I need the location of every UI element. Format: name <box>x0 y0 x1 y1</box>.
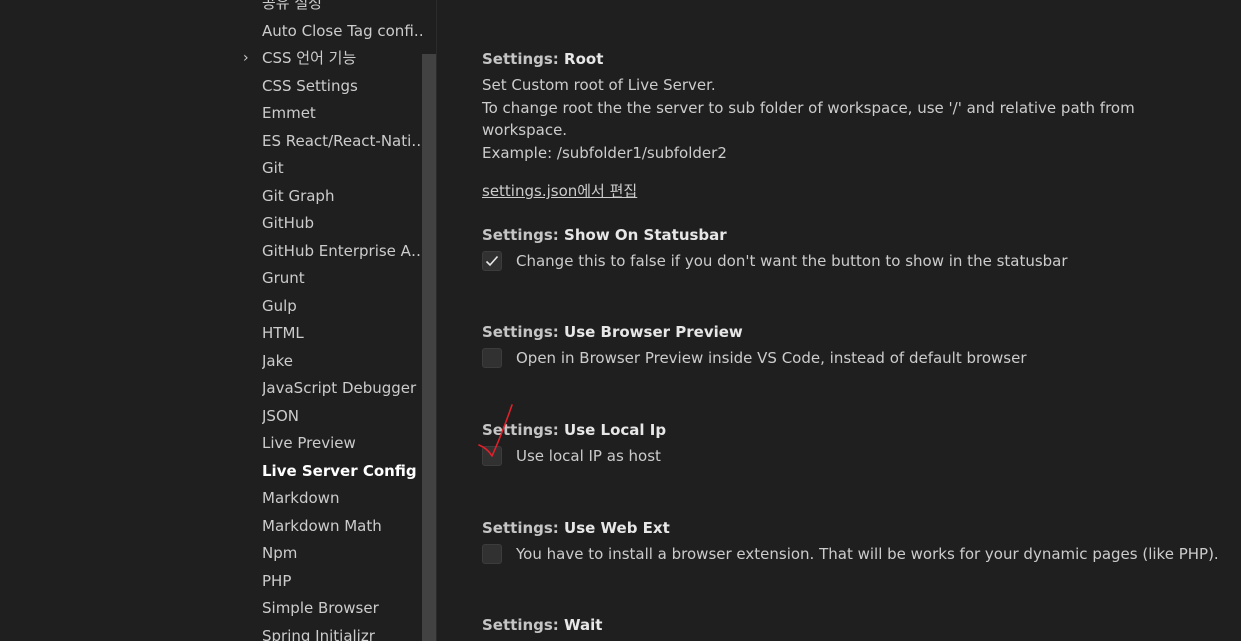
sidebar-item-label: Grunt <box>262 269 305 287</box>
sidebar-item-label: JSON <box>262 406 299 425</box>
sidebar-item[interactable]: Git <box>262 156 434 180</box>
setting-title: Settings: Show On Statusbar <box>482 224 1222 246</box>
chevron-right-icon[interactable]: › <box>243 46 257 70</box>
sidebar-item[interactable]: Markdown <box>262 486 434 510</box>
sidebar-item[interactable]: JSON <box>262 404 434 428</box>
setting-root: Settings: Root Set Custom root of Live S… <box>482 48 1222 202</box>
sidebar-item-label: PHP <box>262 571 292 590</box>
sidebar-item[interactable]: GitHub <box>262 211 434 235</box>
sidebar-item[interactable]: Gulp <box>262 294 434 318</box>
description-line: Example: /subfolder1/subfolder2 <box>482 143 727 162</box>
sidebar-item[interactable]: Npm <box>262 541 434 565</box>
sidebar-item[interactable]: Live Preview <box>262 431 434 455</box>
sidebar-item-label: Markdown Math <box>262 516 382 535</box>
sidebar-item-label: Jake <box>262 351 293 370</box>
sidebar-item-label: Live Server Config <box>262 461 417 480</box>
sidebar-item-label: Git <box>262 159 284 177</box>
setting-key: Use Local Ip <box>564 421 667 439</box>
sidebar-item-label: 공유 설정 <box>262 0 322 12</box>
setting-description: Set Custom root of Live Server. To chang… <box>482 74 1222 164</box>
sidebar-item[interactable]: 공유 설정 <box>262 0 434 15</box>
setting-category: Settings: <box>482 323 565 341</box>
sidebar-item-label: Gulp <box>262 296 297 315</box>
use-browser-preview-checkbox[interactable] <box>482 348 502 368</box>
sidebar-item[interactable]: Spring Initializr <box>262 624 434 641</box>
setting-title: Settings: Use Web Ext <box>482 517 1222 539</box>
checkbox-row: Change this to false if you don't want t… <box>482 250 1222 274</box>
setting-category: Settings: <box>482 519 565 537</box>
sidebar-item[interactable]: GitHub Enterprise Authentication <box>262 239 434 263</box>
setting-category: Settings: <box>482 226 565 244</box>
sidebar-item-label: Git Graph <box>262 186 335 205</box>
settings-editor: Settings: Root Set Custom root of Live S… <box>437 0 1241 641</box>
sidebar-item[interactable]: PHP <box>262 569 434 593</box>
settings-toc-sidebar: 공유 설정 Auto Close Tag configuration › CSS 언어… <box>0 0 436 641</box>
checkbox-label: Change this to false if you don't want t… <box>516 252 1068 270</box>
setting-title: Settings: Root <box>482 48 1222 70</box>
show-on-statusbar-checkbox[interactable] <box>482 251 502 271</box>
checkbox-row: Use local IP as host <box>482 445 1222 469</box>
sidebar-item-label: Auto Close Tag configuration <box>262 21 434 40</box>
description-line: To change root the the server to sub fol… <box>482 98 1135 140</box>
setting-key: Use Browser Preview <box>564 323 743 341</box>
sidebar-item[interactable]: ES React/React-Native/Redux snippets <box>262 129 434 153</box>
use-web-ext-checkbox[interactable] <box>482 544 502 564</box>
sidebar-item[interactable]: Live Server Config <box>262 459 434 483</box>
description-line: Set Custom root of Live Server. <box>482 76 716 94</box>
sidebar-item[interactable]: Simple Browser <box>262 596 434 620</box>
sidebar-item-label: Markdown <box>262 489 340 507</box>
sidebar-item[interactable]: Markdown Math <box>262 514 434 538</box>
setting-category: Settings: <box>482 421 565 439</box>
setting-use-local-ip: Settings: Use Local Ip Use local IP as h… <box>482 419 1222 469</box>
sidebar-item[interactable]: CSS Settings <box>262 74 434 98</box>
setting-title: Settings: Wait <box>482 614 1222 636</box>
sidebar-item-label: GitHub Enterprise Authentication <box>262 241 434 260</box>
sidebar-item[interactable]: › CSS 언어 기능 <box>243 46 434 70</box>
setting-category: Settings: <box>482 616 565 634</box>
setting-show-on-statusbar: Settings: Show On Statusbar Change this … <box>482 224 1222 274</box>
sidebar-item[interactable]: HTML <box>262 321 434 345</box>
checkmark-icon <box>485 255 499 267</box>
sidebar-item[interactable]: Jake <box>262 349 434 373</box>
sidebar-item-label: Spring Initializr <box>262 626 375 641</box>
setting-key: Use Web Ext <box>564 519 670 537</box>
sidebar-item-label: Emmet <box>262 104 316 122</box>
checkbox-row: Open in Browser Preview inside VS Code, … <box>482 347 1222 371</box>
checkbox-label: Use local IP as host <box>516 447 661 465</box>
setting-title: Settings: Use Local Ip <box>482 419 1222 441</box>
sidebar-item-label: ES React/React-Native/Redux snippets <box>262 131 434 150</box>
setting-key: Wait <box>564 616 603 634</box>
sidebar-item-label: Simple Browser <box>262 599 379 617</box>
setting-wait: Settings: Wait <box>482 614 1222 636</box>
setting-use-web-ext: Settings: Use Web Ext You have to instal… <box>482 517 1222 567</box>
sidebar-item[interactable]: JavaScript Debugger <box>262 376 434 400</box>
checkbox-label: Open in Browser Preview inside VS Code, … <box>516 349 1027 367</box>
edit-in-settings-json-link[interactable]: settings.json에서 편집 <box>482 180 637 202</box>
sidebar-item-label: Live Preview <box>262 434 356 452</box>
setting-key: Show On Statusbar <box>564 226 727 244</box>
sidebar-item-label: HTML <box>262 324 304 342</box>
sidebar-item[interactable]: Emmet <box>262 101 434 125</box>
sidebar-item-label: GitHub <box>262 214 314 232</box>
setting-key: Root <box>564 50 604 68</box>
sidebar-item-label: Npm <box>262 544 298 562</box>
sidebar-item-label: CSS 언어 기능 <box>262 49 357 67</box>
use-local-ip-checkbox[interactable] <box>482 446 502 466</box>
checkbox-label: You have to install a browser extension.… <box>516 545 1219 563</box>
sidebar-scrollbar-thumb[interactable] <box>422 54 436 641</box>
setting-title: Settings: Use Browser Preview <box>482 321 1222 343</box>
checkbox-row: You have to install a browser extension.… <box>482 543 1222 567</box>
setting-use-browser-preview: Settings: Use Browser Preview Open in Br… <box>482 321 1222 371</box>
sidebar-item-label: CSS Settings <box>262 76 358 95</box>
setting-category: Settings: <box>482 50 565 68</box>
sidebar-item-label: JavaScript Debugger <box>262 379 417 397</box>
sidebar-item[interactable]: Auto Close Tag configuration <box>262 19 434 43</box>
sidebar-item[interactable]: Git Graph <box>262 184 434 208</box>
sidebar-item[interactable]: Grunt <box>262 266 434 290</box>
